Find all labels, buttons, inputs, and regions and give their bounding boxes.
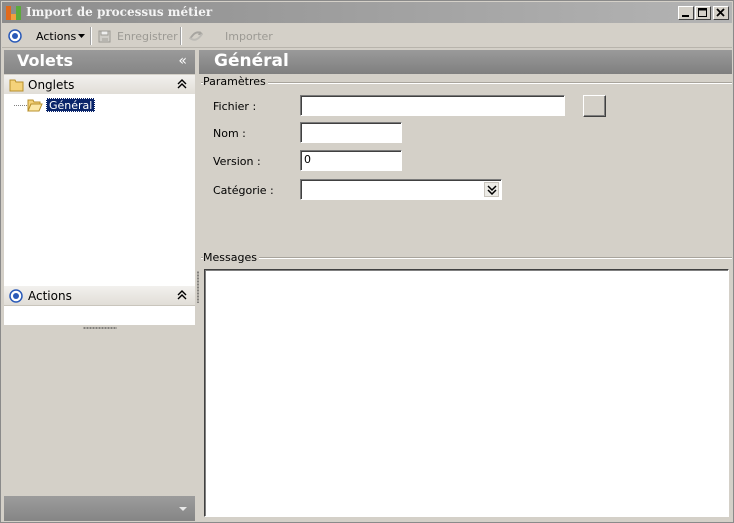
panel-bottom-bar — [4, 496, 195, 521]
dropdown-arrow-icon[interactable] — [179, 507, 187, 512]
actions-group-label: Actions — [28, 289, 72, 303]
toolbar: Actions Enregistrer Importer — [2, 24, 732, 48]
volets-title: Volets — [17, 51, 74, 70]
actions-menu-label: Actions — [36, 29, 77, 43]
import-window: Import de processus métier Actions Enreg… — [0, 0, 734, 523]
file-input[interactable] — [300, 95, 565, 116]
save-label: Enregistrer — [117, 29, 178, 43]
browse-button[interactable] — [583, 95, 606, 117]
toolbar-separator — [90, 27, 92, 45]
panel-splitter[interactable] — [4, 326, 195, 331]
file-label: Fichier : — [213, 100, 257, 113]
messages-divider — [201, 257, 732, 259]
minimize-icon — [682, 15, 689, 17]
actions-menu-icon-wrap[interactable] — [8, 26, 22, 46]
version-label: Version : — [213, 155, 261, 168]
category-select[interactable] — [300, 179, 502, 200]
double-chevron-down-icon — [487, 185, 497, 195]
import-icon — [189, 31, 203, 41]
collapse-chevron-icon[interactable] — [177, 289, 187, 301]
open-folder-icon — [27, 99, 43, 112]
close-button[interactable] — [713, 6, 729, 20]
maximize-icon — [698, 8, 707, 17]
parameters-divider — [201, 82, 732, 84]
target-icon — [8, 29, 22, 43]
save-button[interactable]: Enregistrer — [97, 26, 178, 46]
tree-item-general[interactable]: Général — [46, 98, 96, 112]
tabs-group-label: Onglets — [28, 78, 75, 92]
general-header: Général — [199, 50, 732, 74]
maximize-button[interactable] — [695, 6, 711, 20]
app-icon — [6, 6, 21, 20]
name-input[interactable] — [300, 122, 402, 143]
messages-area[interactable] — [204, 269, 729, 517]
target-icon — [9, 289, 23, 303]
version-input[interactable]: 0 — [300, 150, 402, 171]
page-title: Général — [214, 51, 289, 71]
close-icon — [716, 8, 725, 17]
messages-section-label: Messages — [203, 251, 259, 264]
category-dropdown-button[interactable] — [484, 182, 499, 197]
category-label: Catégorie : — [213, 184, 274, 197]
actions-group-header[interactable]: Actions — [4, 286, 195, 306]
import-label: Importer — [225, 29, 273, 43]
title-bar[interactable]: Import de processus métier — [2, 2, 732, 23]
parameters-section-label: Paramètres — [203, 75, 268, 88]
main-panel: Général Paramètres Fichier : Nom : Versi… — [197, 50, 732, 521]
dropdown-arrow-icon — [78, 34, 86, 38]
collapse-chevron-icon[interactable] — [177, 78, 187, 90]
left-panel: Volets « Onglets Général Actions — [4, 50, 195, 521]
folder-icon — [9, 79, 24, 92]
actions-menu-button[interactable]: Actions — [36, 26, 86, 46]
toolbar-separator — [180, 27, 182, 45]
window-title: Import de processus métier — [26, 5, 213, 19]
tabs-group-header[interactable]: Onglets — [4, 75, 195, 95]
volets-header: Volets « — [4, 50, 195, 74]
name-label: Nom : — [213, 127, 246, 140]
collapse-panel-icon[interactable]: « — [178, 53, 187, 69]
save-icon — [98, 30, 111, 43]
minimize-button[interactable] — [678, 6, 694, 20]
import-button[interactable]: Importer — [187, 26, 273, 46]
grip-icon — [83, 327, 117, 329]
vertical-grip-icon[interactable] — [197, 271, 199, 303]
